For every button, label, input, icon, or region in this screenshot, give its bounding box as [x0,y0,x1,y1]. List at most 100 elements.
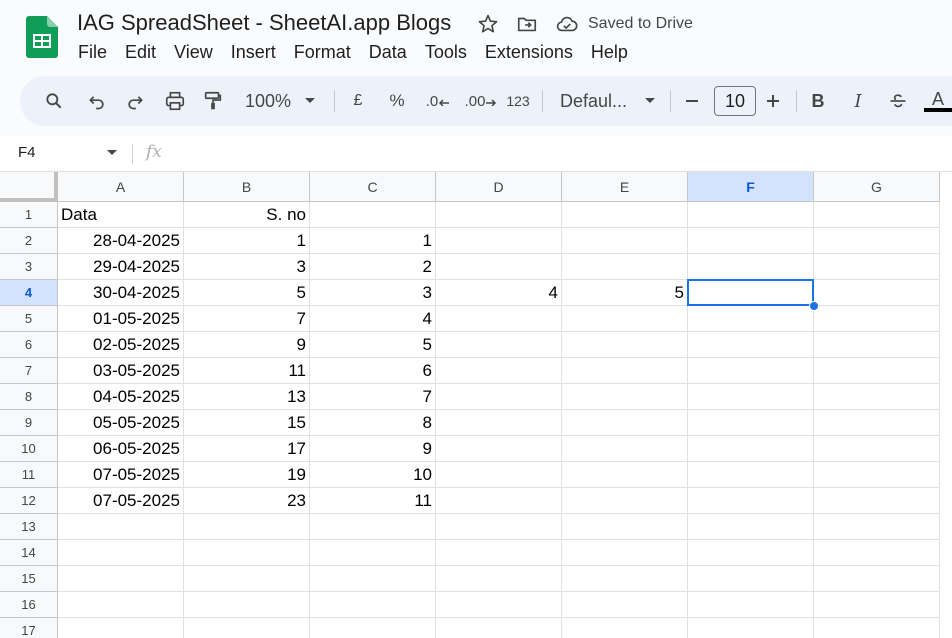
cell-c8[interactable]: 7 [310,384,436,410]
cell-e14[interactable] [562,540,688,566]
row-header-9[interactable]: 9 [0,410,58,436]
google-sheets-logo[interactable] [26,16,58,58]
cell-c12[interactable]: 11 [310,488,436,514]
cell-b6[interactable]: 9 [184,332,310,358]
text-color-button[interactable]: A [924,86,952,116]
undo-icon[interactable] [84,86,110,116]
cell-d5[interactable] [436,306,562,332]
cell-f14[interactable] [688,540,814,566]
cell-a14[interactable] [58,540,184,566]
cell-e7[interactable] [562,358,688,384]
cell-e11[interactable] [562,462,688,488]
strikethrough-icon[interactable] [886,86,910,116]
cell-f13[interactable] [688,514,814,540]
cell-b8[interactable]: 13 [184,384,310,410]
row-header-2[interactable]: 2 [0,228,58,254]
cell-d1[interactable] [436,202,562,228]
cell-d17[interactable] [436,618,562,638]
cell-g9[interactable] [814,410,940,436]
cell-g4[interactable] [814,280,940,306]
cell-d10[interactable] [436,436,562,462]
cell-a15[interactable] [58,566,184,592]
paint-format-icon[interactable] [200,86,226,116]
menu-extensions[interactable]: Extensions [476,40,582,65]
cell-b15[interactable] [184,566,310,592]
decrease-decimal-button[interactable]: .0 [424,86,452,116]
cell-a2[interactable]: 28-04-2025 [58,228,184,254]
menu-view[interactable]: View [165,40,222,65]
cell-g1[interactable] [814,202,940,228]
row-header-6[interactable]: 6 [0,332,58,358]
cell-g11[interactable] [814,462,940,488]
cell-c13[interactable] [310,514,436,540]
cell-e1[interactable] [562,202,688,228]
cell-c5[interactable]: 4 [310,306,436,332]
cell-d16[interactable] [436,592,562,618]
cell-d7[interactable] [436,358,562,384]
cell-e12[interactable] [562,488,688,514]
cell-c7[interactable]: 6 [310,358,436,384]
row-header-14[interactable]: 14 [0,540,58,566]
cell-c10[interactable]: 9 [310,436,436,462]
cell-g3[interactable] [814,254,940,280]
bold-button[interactable]: B [808,86,828,116]
cell-a10[interactable]: 06-05-2025 [58,436,184,462]
cell-d12[interactable] [436,488,562,514]
cell-f3[interactable] [688,254,814,280]
cell-e3[interactable] [562,254,688,280]
cell-c16[interactable] [310,592,436,618]
cell-g6[interactable] [814,332,940,358]
cell-e10[interactable] [562,436,688,462]
cell-e5[interactable] [562,306,688,332]
cell-c2[interactable]: 1 [310,228,436,254]
percent-format-button[interactable]: % [386,86,408,116]
cell-f7[interactable] [688,358,814,384]
cell-b5[interactable]: 7 [184,306,310,332]
column-header-b[interactable]: B [184,172,310,202]
spreadsheet-grid[interactable]: A B C D E F G 1 Data S. no 2 28-04-2025 1 1 3 29-04-202… [0,172,952,638]
cell-e9[interactable] [562,410,688,436]
cloud-saved-icon[interactable] [555,12,579,36]
cell-e6[interactable] [562,332,688,358]
cell-d11[interactable] [436,462,562,488]
menu-tools[interactable]: Tools [416,40,476,65]
cell-a13[interactable] [58,514,184,540]
cell-b1[interactable]: S. no [184,202,310,228]
increase-decimal-button[interactable]: .00 [464,86,498,116]
cell-b10[interactable]: 17 [184,436,310,462]
menu-file[interactable]: File [69,40,116,65]
column-header-d[interactable]: D [436,172,562,202]
currency-format-button[interactable]: £ [348,86,368,116]
cell-d4[interactable]: 4 [436,280,562,306]
cell-g15[interactable] [814,566,940,592]
cell-g14[interactable] [814,540,940,566]
cell-d8[interactable] [436,384,562,410]
cell-f9[interactable] [688,410,814,436]
row-header-4[interactable]: 4 [0,280,58,306]
cell-b4[interactable]: 5 [184,280,310,306]
increase-font-size-icon[interactable] [763,86,783,116]
cell-b12[interactable]: 23 [184,488,310,514]
cell-f10[interactable] [688,436,814,462]
italic-button[interactable]: I [848,86,868,116]
cell-g8[interactable] [814,384,940,410]
cell-g17[interactable] [814,618,940,638]
cell-b7[interactable]: 11 [184,358,310,384]
cell-b9[interactable]: 15 [184,410,310,436]
cell-a11[interactable]: 07-05-2025 [58,462,184,488]
row-header-5[interactable]: 5 [0,306,58,332]
cell-d14[interactable] [436,540,562,566]
cell-c14[interactable] [310,540,436,566]
column-header-f[interactable]: F [688,172,814,202]
search-menus-icon[interactable] [40,86,68,116]
document-title[interactable]: IAG SpreadSheet - SheetAI.app Blogs [77,10,451,36]
cell-c17[interactable] [310,618,436,638]
fill-handle[interactable] [809,301,819,311]
cell-a7[interactable]: 03-05-2025 [58,358,184,384]
row-header-17[interactable]: 17 [0,618,58,638]
cell-g7[interactable] [814,358,940,384]
cell-b11[interactable]: 19 [184,462,310,488]
cell-b2[interactable]: 1 [184,228,310,254]
menu-format[interactable]: Format [285,40,360,65]
name-box[interactable]: F4 [18,144,36,161]
